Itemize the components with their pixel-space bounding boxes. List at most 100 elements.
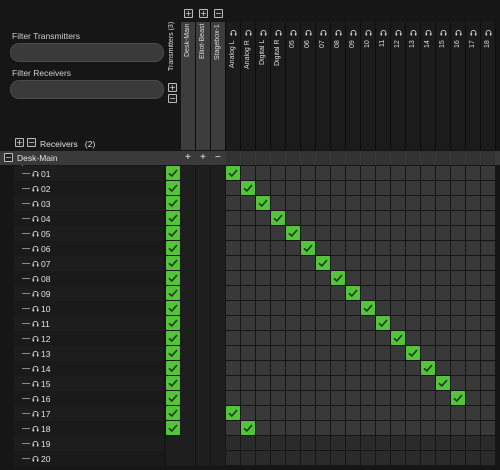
subscription-cell[interactable] [331, 391, 345, 405]
subscription-cell[interactable] [481, 301, 495, 315]
device-summary-cell[interactable] [196, 361, 210, 376]
subscription-cell[interactable] [361, 361, 375, 375]
subscription-cell[interactable] [436, 241, 450, 255]
subscription-cell[interactable] [241, 301, 255, 315]
subscription-cell[interactable] [391, 406, 405, 420]
device-summary-cell[interactable] [196, 271, 210, 286]
device-summary-cell[interactable] [211, 181, 225, 196]
device-summary-cell[interactable] [181, 181, 195, 196]
collapse-device-button[interactable]: − [214, 9, 223, 18]
subscription-cell[interactable] [301, 361, 315, 375]
subscription-cell[interactable] [241, 316, 255, 330]
subscription-cell[interactable] [361, 181, 375, 195]
subscription-cell[interactable] [451, 376, 465, 390]
subscription-cell[interactable] [256, 256, 270, 270]
subscription-cell[interactable] [316, 436, 330, 450]
device-summary-cell[interactable] [211, 226, 225, 241]
subscription-cell[interactable] [241, 181, 255, 195]
subscription-cell[interactable] [451, 196, 465, 210]
subscription-cell[interactable] [361, 226, 375, 240]
subscription-cell[interactable] [451, 286, 465, 300]
subscription-cell[interactable] [271, 196, 285, 210]
subscription-cell[interactable] [376, 376, 390, 390]
subscription-cell[interactable] [406, 376, 420, 390]
subscription-cell[interactable] [301, 301, 315, 315]
subscription-cell[interactable] [391, 316, 405, 330]
subscription-cell[interactable] [466, 196, 480, 210]
subscription-cell[interactable] [316, 271, 330, 285]
subscription-cell[interactable] [451, 301, 465, 315]
subscription-cell[interactable] [331, 436, 345, 450]
subscription-cell[interactable] [226, 256, 240, 270]
subscription-cell[interactable] [316, 166, 330, 180]
device-summary-cell[interactable] [196, 316, 210, 331]
subscription-cell[interactable] [226, 406, 240, 420]
receiver-channel-label[interactable]: 01 [41, 169, 50, 179]
subscription-cell[interactable] [226, 226, 240, 240]
subscription-cell[interactable] [376, 391, 390, 405]
subscription-cell[interactable] [241, 166, 255, 180]
transmitter-device-name[interactable]: Elliot-Beast [199, 24, 206, 69]
subscription-cell[interactable] [421, 181, 435, 195]
subscription-cell[interactable] [256, 286, 270, 300]
subscription-cell[interactable] [256, 406, 270, 420]
subscription-cell[interactable] [451, 181, 465, 195]
subscription-cell[interactable] [241, 361, 255, 375]
device-summary-cell[interactable] [196, 166, 210, 181]
subscription-cell[interactable] [286, 346, 300, 360]
subscription-cell[interactable] [241, 376, 255, 390]
subscription-cell[interactable] [346, 271, 360, 285]
receiver-channel-label[interactable]: 15 [41, 379, 50, 389]
subscription-cell[interactable] [241, 271, 255, 285]
subscription-cell[interactable] [436, 301, 450, 315]
device-summary-cell[interactable] [196, 436, 210, 451]
device-summary-cell[interactable] [181, 196, 195, 211]
subscription-cell[interactable] [361, 346, 375, 360]
device-summary-cell[interactable] [211, 436, 225, 451]
subscription-cell[interactable] [481, 271, 495, 285]
subscription-cell[interactable] [301, 286, 315, 300]
subscription-cell[interactable] [226, 301, 240, 315]
subscription-cell[interactable] [346, 346, 360, 360]
subscription-cell[interactable] [391, 436, 405, 450]
subscription-cell[interactable] [451, 226, 465, 240]
subscription-cell[interactable] [421, 391, 435, 405]
subscription-cell[interactable] [361, 196, 375, 210]
subscription-cell[interactable] [226, 196, 240, 210]
subscription-cell[interactable] [436, 346, 450, 360]
subscription-cell[interactable] [406, 316, 420, 330]
transmitter-device-name[interactable]: Desk-Main [184, 24, 191, 69]
subscription-cell[interactable] [271, 256, 285, 270]
subscription-cell[interactable] [316, 286, 330, 300]
subscription-cell[interactable] [406, 241, 420, 255]
subscription-cell[interactable] [391, 271, 405, 285]
subscription-cell[interactable] [286, 196, 300, 210]
subscription-cell[interactable] [466, 286, 480, 300]
subscription-cell[interactable] [421, 241, 435, 255]
subscription-cell[interactable] [226, 391, 240, 405]
subscription-cell[interactable] [376, 166, 390, 180]
subscription-cell[interactable] [271, 391, 285, 405]
subscription-cell[interactable] [361, 241, 375, 255]
subscription-cell[interactable] [346, 361, 360, 375]
subscription-cell[interactable] [466, 331, 480, 345]
subscription-cell[interactable] [421, 301, 435, 315]
device-summary-cell[interactable] [196, 181, 210, 196]
subscription-cell[interactable] [241, 241, 255, 255]
subscription-cell[interactable] [361, 391, 375, 405]
subscription-cell[interactable] [421, 376, 435, 390]
device-summary-cell[interactable] [181, 361, 195, 376]
subscription-cell[interactable] [256, 301, 270, 315]
subscription-cell[interactable] [301, 316, 315, 330]
receiver-channel-label[interactable]: 18 [41, 424, 50, 434]
subscription-cell[interactable] [406, 166, 420, 180]
receiver-channel-label[interactable]: 07 [41, 259, 50, 269]
subscription-cell[interactable] [241, 211, 255, 225]
subscription-cell[interactable] [361, 271, 375, 285]
subscription-cell[interactable] [406, 436, 420, 450]
subscription-cell[interactable] [421, 346, 435, 360]
subscription-cell[interactable] [451, 271, 465, 285]
subscription-cell[interactable] [421, 361, 435, 375]
device-summary-cell[interactable] [211, 391, 225, 406]
subscription-cell[interactable] [391, 241, 405, 255]
